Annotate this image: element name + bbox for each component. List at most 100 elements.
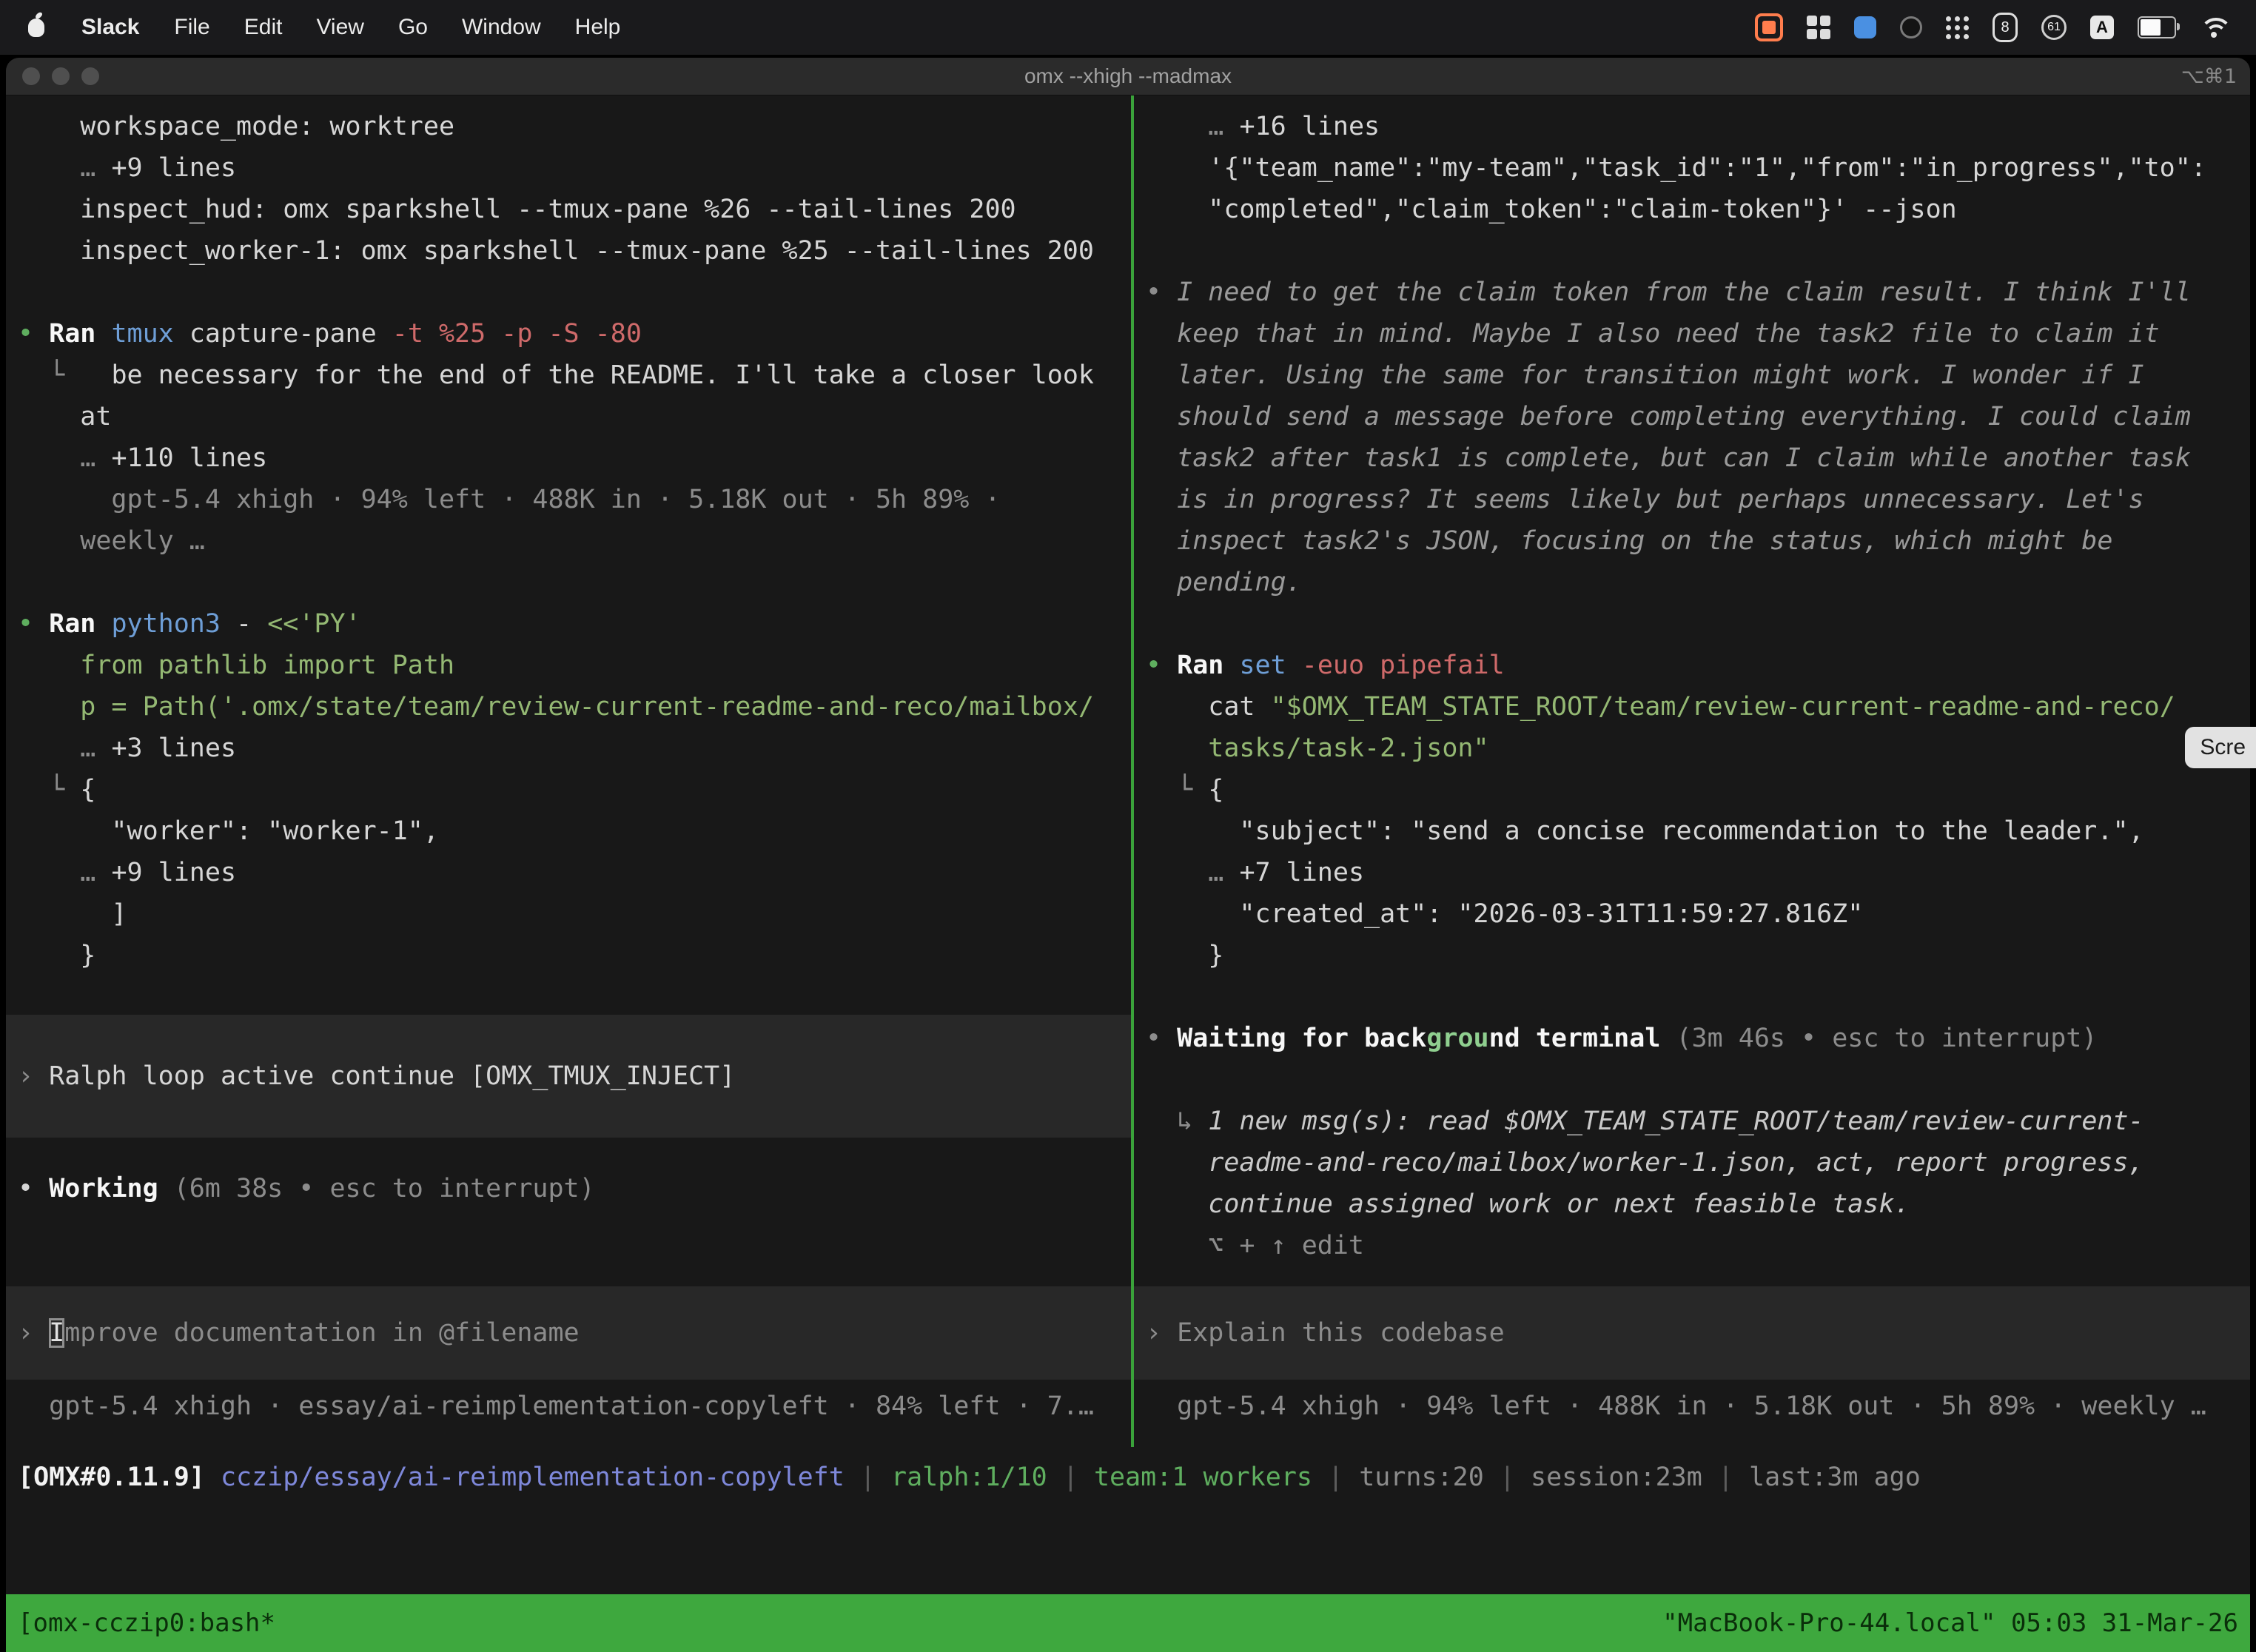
terminal-text-segment: continue assigned work or next feasible … (1146, 1189, 1910, 1219)
minimize-button[interactable] (52, 67, 70, 85)
terminal-text-segment: task2 after task1 is complete, but can I… (1146, 443, 2191, 473)
terminal-text-segment: "completed","claim_token":"claim-token"}… (1146, 195, 1957, 224)
prompt-input[interactable]: › Improve documentation in @filename (6, 1286, 1131, 1380)
terminal-text-segment: from pathlib import Path (18, 651, 454, 680)
terminal-line: task2 after task1 is complete, but can I… (1134, 437, 2250, 479)
terminal-text-segment: '{"team_name":"my-team","task_id":"1","f… (1146, 153, 2206, 183)
terminal-text-segment: should send a message before completing … (1146, 402, 2191, 432)
terminal-text-segment: └ (1146, 775, 1208, 805)
terminal-text-segment: +9 lines (111, 153, 236, 183)
screen-recording-stop-icon[interactable] (1755, 13, 1783, 41)
terminal-text-segment: session:23m (1531, 1463, 1702, 1492)
close-button[interactable] (22, 67, 40, 85)
terminal-text-segment: weekly … (18, 526, 205, 556)
terminal-line: cat "$OMX_TEAM_STATE_ROOT/team/review-cu… (1134, 686, 2250, 728)
window-title: omx --xhigh --madmax (1024, 64, 1232, 88)
menu-item-view[interactable]: View (299, 15, 380, 40)
input-source-icon[interactable]: A (2090, 16, 2114, 39)
terminal-text-segment: › (18, 1061, 49, 1091)
screen-tooltip[interactable]: Scre (2185, 727, 2256, 768)
terminal-text-segment: gpt-5.4 xhigh · essay/ai-reimplementatio… (18, 1391, 1094, 1421)
terminal-text-segment: +110 lines (111, 443, 267, 473)
dots-grid-icon[interactable] (1946, 16, 1969, 39)
wifi-icon[interactable] (2200, 16, 2231, 38)
tmux-host-time: "MacBook-Pro-44.local" 05:03 31-Mar-26 (1662, 1608, 2238, 1638)
terminal-text-segment: … (18, 733, 111, 763)
terminal-text-segment: <<'PY' (267, 609, 360, 639)
terminal-line: inspect task2's JSON, focusing on the st… (1134, 520, 2250, 562)
terminal-text-segment: } (1146, 941, 1223, 970)
terminal-text-segment: | (1484, 1463, 1531, 1492)
terminal-text-segment: • (18, 1174, 49, 1203)
terminal-line: should send a message before completing … (1134, 396, 2250, 437)
blue-app-icon[interactable] (1854, 16, 1876, 38)
terminal-line: pending. (1134, 562, 2250, 603)
pill-badge-icon[interactable]: 8 (1993, 13, 2018, 42)
terminal-line: inspect_hud: omx sparkshell --tmux-pane … (6, 189, 1131, 230)
terminal-text-segment: [OMX#0.11.9] (18, 1463, 221, 1492)
menu-item-window[interactable]: Window (445, 15, 558, 40)
terminal-gap (1134, 603, 2250, 645)
terminal-gap (1134, 976, 2250, 1018)
terminal-text-segment: turns:20 (1359, 1463, 1484, 1492)
terminal-line: "created_at": "2026-03-31T11:59:27.816Z" (1134, 893, 2250, 935)
terminal-line: workspace_mode: worktree (6, 106, 1131, 147)
terminal-gap (6, 976, 1131, 1015)
terminal-text-segment: Ran (49, 609, 111, 639)
terminal-text-segment: • (1146, 651, 1177, 680)
terminal-text-segment: • (1146, 1024, 1177, 1053)
terminal-line: • Working (6m 38s • esc to interrupt) (6, 1168, 1131, 1209)
terminal-line: … +7 lines (1134, 852, 2250, 893)
menu-item-edit[interactable]: Edit (227, 15, 300, 40)
terminal-content: workspace_mode: worktree … +9 lines insp… (6, 95, 2250, 1652)
menu-app-name[interactable]: Slack (64, 15, 157, 40)
apple-menu[interactable] (18, 19, 64, 37)
menu-item-help[interactable]: Help (558, 15, 638, 40)
terminal-line: └ { (1134, 769, 2250, 810)
terminal-pane-left[interactable]: workspace_mode: worktree … +9 lines insp… (6, 95, 1131, 1652)
terminal-pane-right[interactable]: … +16 lines '{"team_name":"my-team","tas… (1134, 95, 2250, 1652)
terminal-text-segment: inspect_hud: omx sparkshell --tmux-pane … (18, 195, 1016, 224)
terminal-line: └ { (6, 769, 1131, 810)
terminal-line: … +16 lines (1134, 106, 2250, 147)
window-controls (22, 67, 99, 85)
window-titlebar[interactable]: omx --xhigh --madmax ⌥⌘1 (6, 58, 2250, 95)
terminal-text-segment: last:3m ago (1749, 1463, 1921, 1492)
terminal-line: ⌥ + ↑ edit (1134, 1225, 2250, 1266)
terminal-line: keep that in mind. Maybe I also need the… (1134, 313, 2250, 355)
prompt-suggestion[interactable]: › Explain this codebase (1134, 1286, 2250, 1380)
terminal-text-segment: +3 lines (111, 733, 236, 763)
terminal-text-segment: gpt-5.4 xhigh · 94% left · 488K in · 5.1… (1146, 1391, 2206, 1421)
terminal-text-segment: team:1 workers (1094, 1463, 1312, 1492)
terminal-text-segment: Ralph loop active continue [OMX_TMUX_INJ… (49, 1061, 735, 1091)
menu-item-go[interactable]: Go (381, 15, 445, 40)
dark-app-icon[interactable] (1900, 16, 1922, 38)
terminal-text-segment: "$OMX_TEAM_STATE_ROOT/team/review-curren… (1271, 692, 2175, 722)
terminal-text-segment: -euo pipefail (1302, 651, 1505, 680)
omx-status-bar: [OMX#0.11.9] cczip/essay/ai-reimplementa… (6, 1457, 2250, 1498)
terminal-text-segment: … (18, 153, 111, 183)
window-tiling-icon[interactable] (1807, 16, 1830, 39)
terminal-line: } (1134, 935, 2250, 976)
queued-prompt-input[interactable]: › Ralph loop active continue [OMX_TMUX_I… (6, 1015, 1131, 1138)
tmux-session-label[interactable]: [omx-cczip0:bash* (18, 1608, 275, 1638)
terminal-text-segment: (6m 38s • esc to interrupt) (174, 1174, 595, 1203)
terminal-text-segment: +9 lines (111, 858, 236, 887)
battery-icon[interactable] (2138, 16, 2176, 38)
gauge-icon[interactable]: 61 (2041, 15, 2067, 40)
terminal-line: ] (6, 893, 1131, 935)
terminal-text-segment: { (1208, 775, 1223, 805)
terminal-line: from pathlib import Path (6, 645, 1131, 686)
menu-item-file[interactable]: File (157, 15, 226, 40)
terminal-text-segment: at (18, 402, 111, 432)
terminal-line: gpt-5.4 xhigh · 94% left · 488K in · 5.1… (6, 479, 1131, 520)
zoom-button[interactable] (81, 67, 99, 85)
terminal-text-segment: p = Path('.omx/state/team/review-current… (18, 692, 1094, 722)
terminal-text-segment: … (18, 858, 111, 887)
terminal-text-segment: | (1312, 1463, 1359, 1492)
terminal-text-segment: • (18, 319, 49, 349)
terminal-line: "completed","claim_token":"claim-token"}… (1134, 189, 2250, 230)
terminal-text-segment: set (1239, 651, 1301, 680)
terminal-line: p = Path('.omx/state/team/review-current… (6, 686, 1131, 728)
terminal-text-segment: +7 lines (1239, 858, 1364, 887)
